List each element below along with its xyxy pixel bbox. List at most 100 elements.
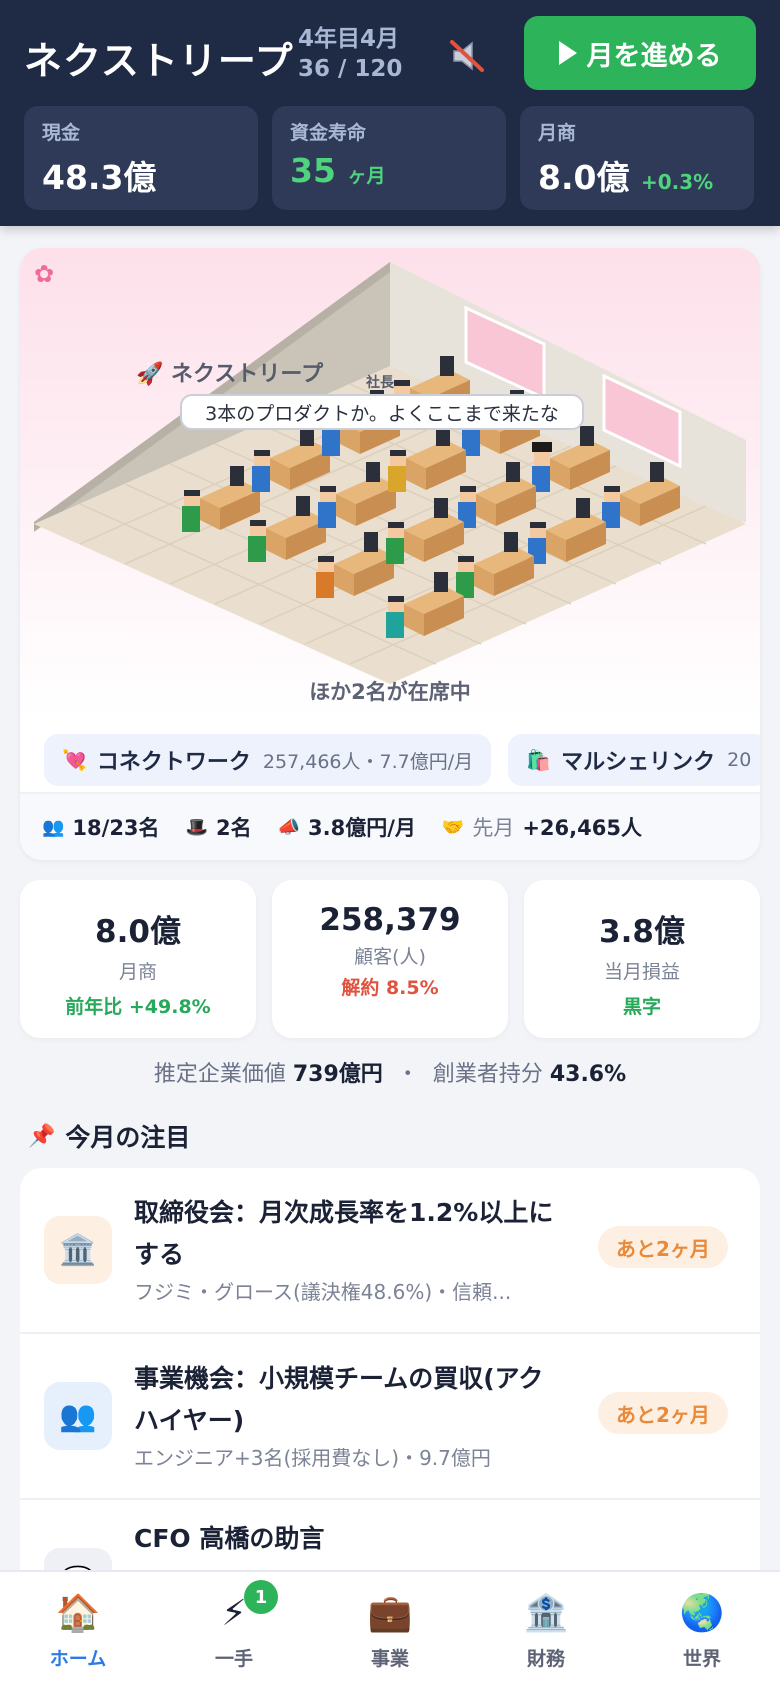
- staff-count: 👥 18/23名: [42, 812, 160, 842]
- marketing-spend-value: 3.8億円/月: [308, 816, 416, 840]
- house-icon: 🏠: [55, 1593, 101, 1634]
- pushpin-icon: 📌: [28, 1123, 56, 1149]
- turn-info: 4年目4月 36 / 120: [298, 24, 402, 84]
- kpi-label: 顧客(人): [354, 946, 426, 968]
- valuation-line: 推定企業価値 739億円 ・ 創業者持分 43.6%: [0, 1056, 780, 1088]
- shopping-bag-icon: 🛍️: [526, 748, 552, 772]
- deadline-badge: あと2ヶ月: [598, 1226, 728, 1268]
- globe-icon: 🌏: [679, 1593, 725, 1634]
- turn-label: 4年目4月: [298, 26, 400, 52]
- kpi-value: 8.0億: [95, 914, 181, 950]
- speaker-muted-icon[interactable]: [448, 36, 488, 76]
- monthly-revenue-value: 8.0億: [538, 158, 630, 197]
- nav-label: ホーム: [49, 1648, 107, 1670]
- bank-icon: 🏦: [523, 1593, 569, 1634]
- top-header: ネクストリープ 4年目4月 36 / 120 月を進める 現金 48.3億 資金…: [0, 0, 780, 226]
- nav-action[interactable]: ⚡ 一手 1: [156, 1572, 312, 1688]
- people-icon: 👥: [42, 816, 65, 838]
- marketing-spend: 📣 3.8億円/月: [278, 812, 416, 842]
- kpi-sub: 前年比 +49.8%: [65, 996, 211, 1018]
- kpi-revenue[interactable]: 8.0億 月商 前年比 +49.8%: [20, 880, 256, 1038]
- product-name: コネクトワーク: [96, 750, 251, 775]
- bottom-navigation: 🏠 ホーム ⚡ 一手 1 💼 事業 🏦 財務 🌏 世界: [0, 1570, 780, 1688]
- kpi-sub: 黒字: [622, 996, 661, 1018]
- kpi-customers[interactable]: 258,379 顧客(人) 解約 8.5%: [272, 880, 508, 1038]
- runway-value: 35: [290, 151, 336, 190]
- last-month-growth: 🤝 先月 +26,465人: [442, 812, 642, 842]
- nav-home[interactable]: 🏠 ホーム: [0, 1572, 156, 1688]
- valuation-value: 739億円: [292, 1062, 383, 1087]
- runway-value-row: 35 ヶ月: [290, 151, 488, 190]
- kpi-label: 月商: [118, 961, 157, 983]
- last-month-label: 先月: [472, 816, 515, 840]
- company-title: ネクストリープ: [24, 39, 294, 83]
- kpi-label: 当月損益: [603, 961, 680, 983]
- item-subtitle: エンジニア+3名(採用費なし)・9.7億円: [134, 1446, 491, 1470]
- staff-count-value: 18/23名: [72, 816, 160, 840]
- ceo-speech-bubble: 3本のプロダクトか。よくここまで来たな: [180, 394, 584, 430]
- nav-label: 事業: [370, 1648, 409, 1670]
- item-title: 事業機会：小規模チームの買収(アクハイヤー): [134, 1364, 544, 1435]
- kpi-value: 258,379: [319, 902, 461, 938]
- top-hat-icon: 🎩: [185, 816, 208, 838]
- monthly-revenue-delta: +0.3%: [640, 170, 714, 194]
- notification-badge: 1: [244, 1580, 278, 1614]
- valuation-separator: ・: [396, 1062, 419, 1087]
- nav-label: 財務: [526, 1648, 565, 1670]
- founder-share-label: 創業者持分: [432, 1062, 543, 1087]
- product-name: マルシェリンク: [561, 750, 716, 775]
- briefcase-icon: 💼: [367, 1593, 413, 1634]
- lightning-icon: ⚡: [221, 1593, 247, 1634]
- flower-icon: ✿: [34, 260, 55, 288]
- product-meta: 20: [727, 749, 752, 771]
- scene-company-label: 🚀 ネクストリープ: [136, 362, 324, 387]
- product-chip[interactable]: 💘 コネクトワーク 257,466人・7.7億円/月: [44, 734, 492, 786]
- handshake-icon: 🤝: [441, 816, 465, 838]
- runway-unit: ヶ月: [347, 165, 386, 187]
- kpi-value: 3.8億: [599, 914, 685, 950]
- item-subtitle: フジミ・グロース(議決権48.6%)・信頼...: [134, 1280, 512, 1304]
- turn-progress: 36 / 120: [298, 56, 403, 82]
- attention-section-title: 📌 今月の注目: [28, 1118, 190, 1154]
- product-chips: 💘 コネクトワーク 257,466人・7.7億円/月 🛍️ マルシェリンク 20: [44, 734, 760, 788]
- executive-count-value: 2名: [215, 816, 252, 840]
- list-item-acquihire[interactable]: 👥 事業機会：小規模チームの買収(アクハイヤー) エンジニア+3名(採用費なし)…: [20, 1334, 760, 1500]
- cash-stat: 現金 48.3億: [24, 106, 258, 210]
- monthly-revenue-label: 月商: [538, 122, 577, 144]
- product-meta: 257,466人・7.7億円/月: [262, 750, 474, 773]
- monthly-revenue-stat: 月商 8.0億 +0.3%: [520, 106, 754, 210]
- nav-finance[interactable]: 🏦 財務: [468, 1572, 624, 1688]
- office-card: ✿ 🚀 ネクストリープ 社長 3本のプロダクトか。よくここまで来たな ほか2名が…: [20, 248, 760, 860]
- ceo-tag: 社長: [366, 375, 394, 391]
- people-icon: 👥: [44, 1382, 112, 1450]
- office-scene[interactable]: ✿ 🚀 ネクストリープ 社長 3本のプロダクトか。よくここまで来たな ほか2名が…: [20, 248, 760, 718]
- office-illustration: [34, 262, 746, 684]
- bank-building-icon: 🏛️: [44, 1216, 112, 1284]
- nav-label: 一手: [214, 1648, 253, 1670]
- product-chip[interactable]: 🛍️ マルシェリンク 20: [508, 734, 760, 786]
- executive-count: 🎩 2名: [186, 812, 252, 842]
- play-icon: [558, 41, 577, 65]
- runway-label: 資金寿命: [290, 122, 367, 144]
- nav-business[interactable]: 💼 事業: [312, 1572, 468, 1688]
- attention-title: 今月の注目: [65, 1123, 191, 1152]
- item-title: 取締役会：月次成長率を1.2%以上にする: [134, 1198, 554, 1269]
- valuation-label: 推定企業価値: [153, 1062, 286, 1087]
- runway-stat: 資金寿命 35 ヶ月: [272, 106, 506, 210]
- kpi-profit[interactable]: 3.8億 当月損益 黒字: [524, 880, 760, 1038]
- nav-world[interactable]: 🌏 世界: [624, 1572, 780, 1688]
- heart-icon: 💘: [62, 748, 87, 772]
- megaphone-icon: 📣: [277, 816, 301, 838]
- advance-month-button[interactable]: 月を進める: [524, 16, 756, 90]
- deadline-badge: あと2ヶ月: [598, 1392, 728, 1434]
- advance-month-label: 月を進める: [586, 40, 722, 71]
- nav-label: 世界: [682, 1648, 721, 1670]
- cash-label: 現金: [42, 122, 81, 144]
- item-title: CFO 高橋の助言: [134, 1524, 325, 1553]
- kpi-sub: 解約 8.5%: [341, 977, 439, 999]
- last-month-value: +26,465人: [522, 816, 642, 840]
- monthly-revenue-value-row: 8.0億 +0.3%: [538, 151, 736, 199]
- cash-value: 48.3億: [42, 158, 157, 197]
- list-item-board[interactable]: 🏛️ 取締役会：月次成長率を1.2%以上にする フジミ・グロース(議決権48.6…: [20, 1168, 760, 1334]
- others-present: ほか2名が在席中: [309, 680, 471, 704]
